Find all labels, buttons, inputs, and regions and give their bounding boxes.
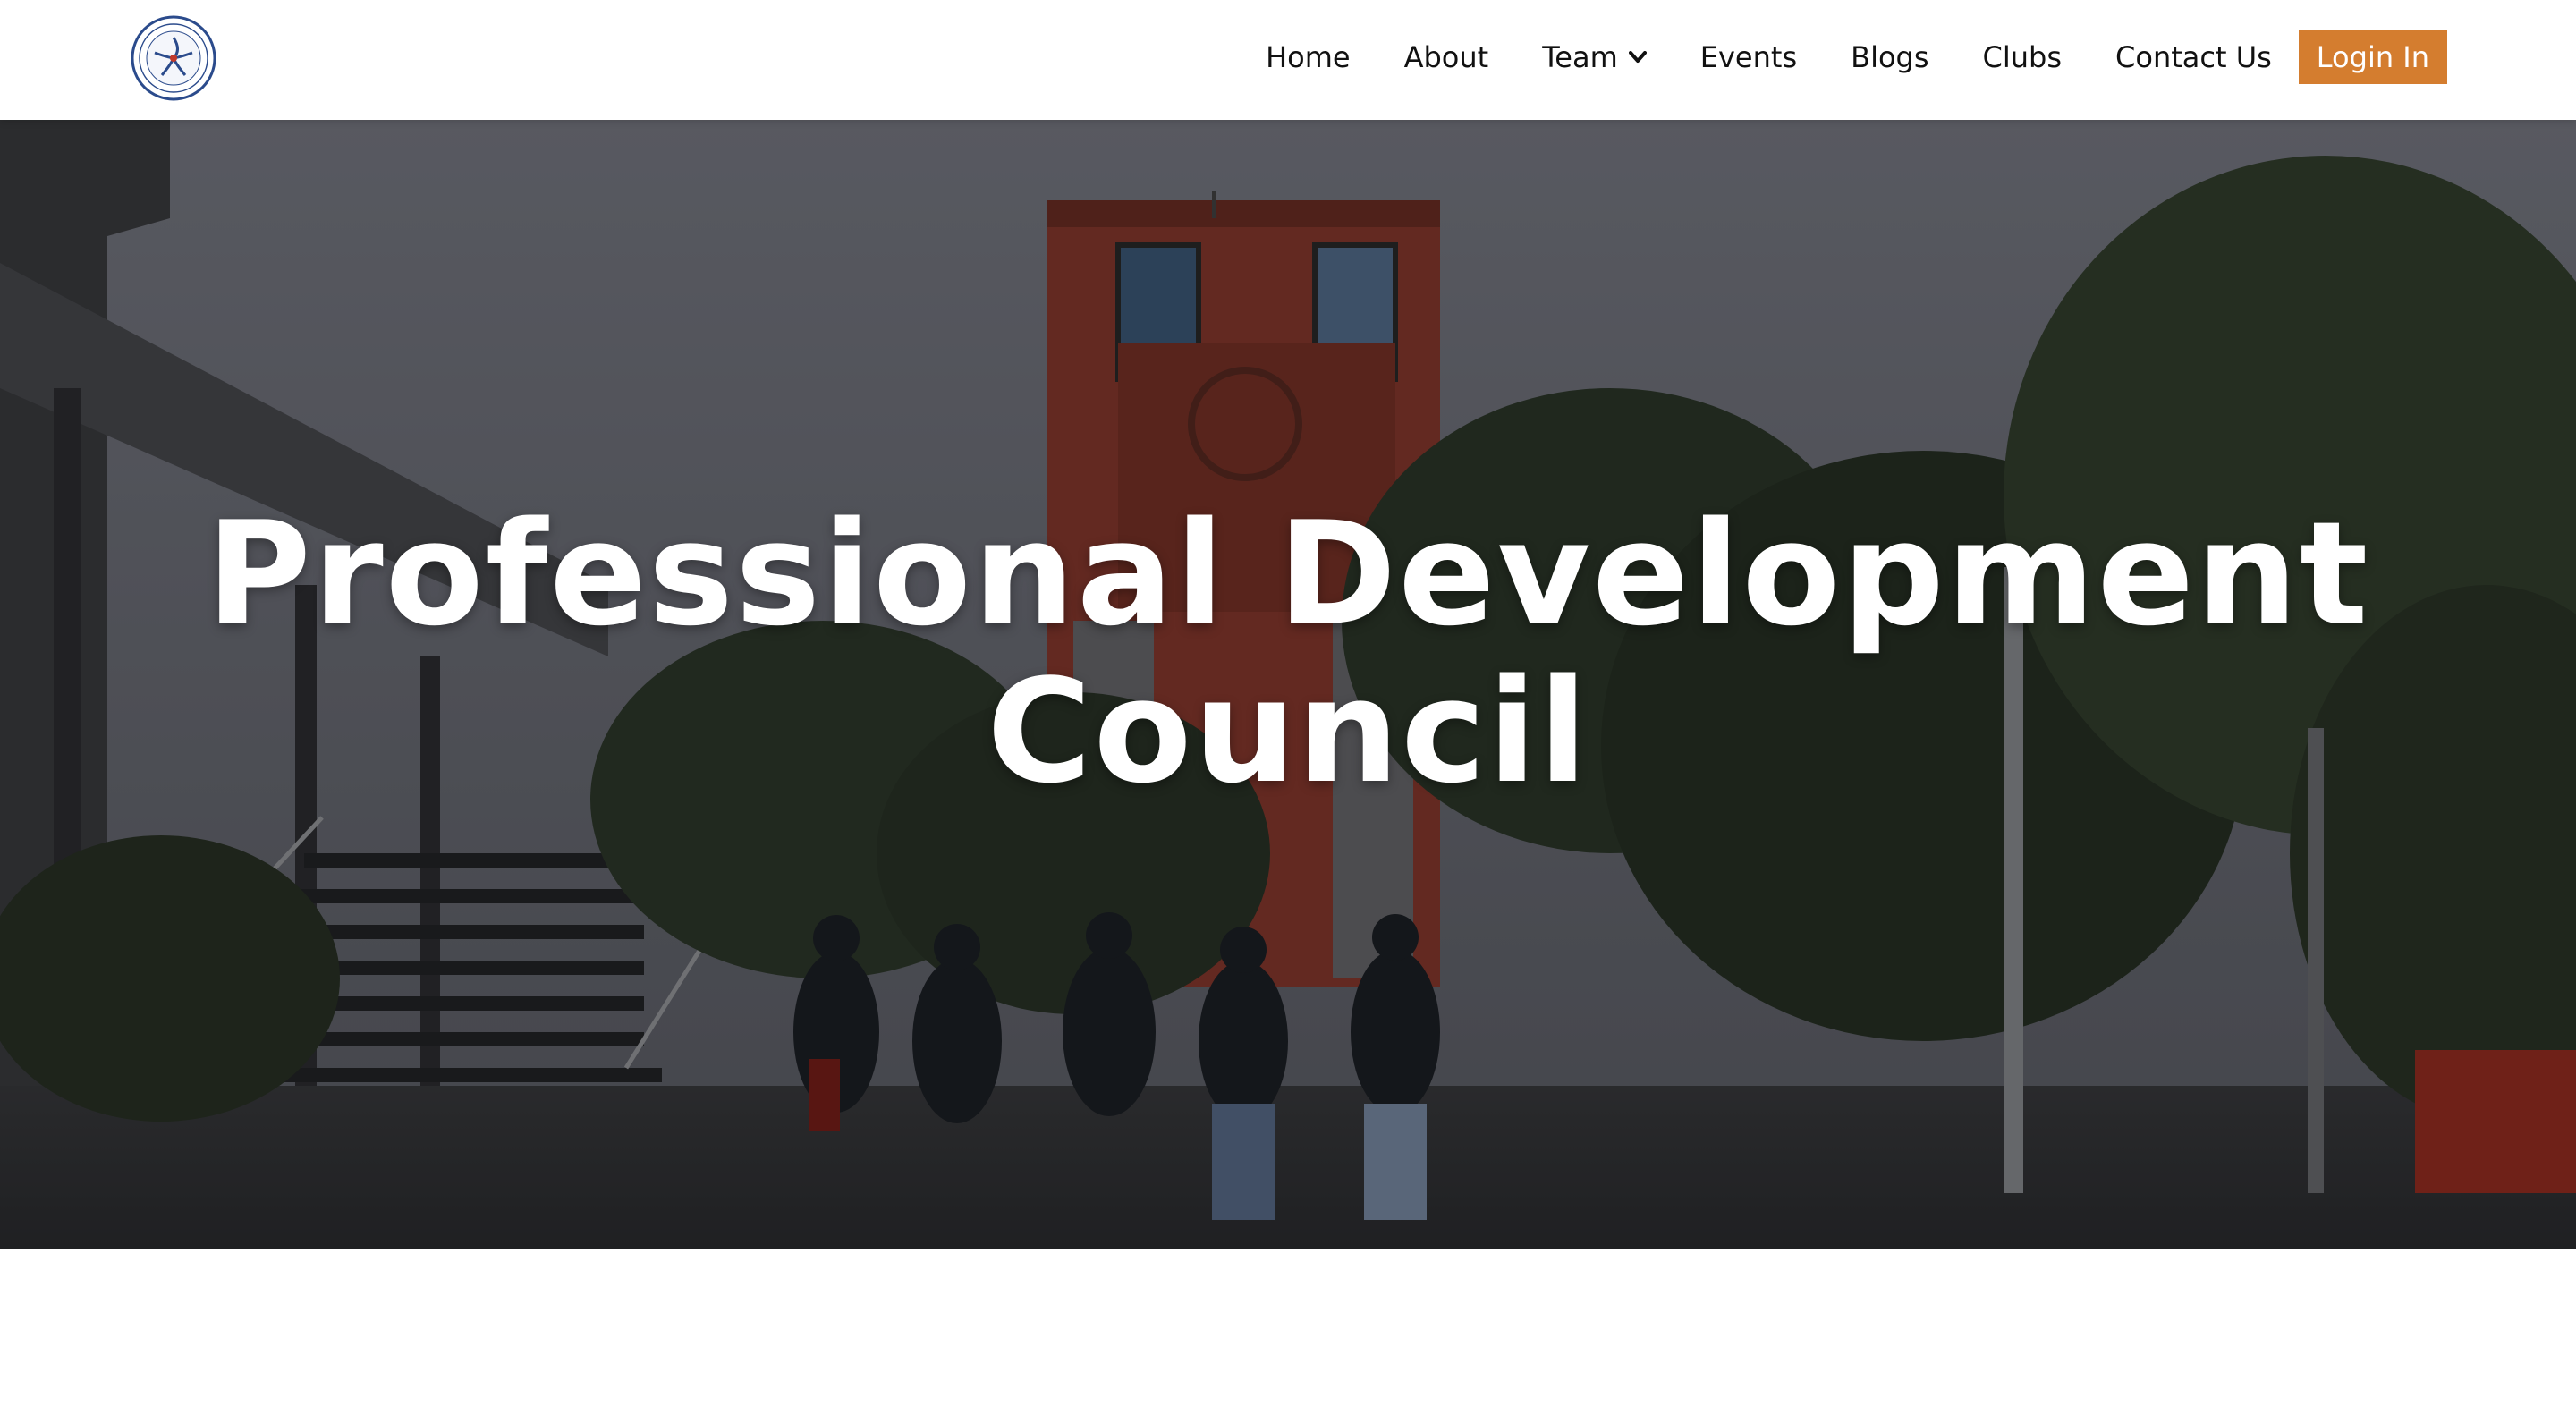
hero-title: Professional Development Council <box>0 120 2576 1249</box>
nav-contact-us[interactable]: Contact Us <box>2115 40 2272 74</box>
top-navbar: Home About Team Events Blogs Clubs Conta… <box>0 0 2576 120</box>
nav-events[interactable]: Events <box>1700 40 1797 74</box>
nav-team[interactable]: Team <box>1542 40 1647 74</box>
login-button[interactable]: Login In <box>2298 30 2447 84</box>
nav-team-label: Team <box>1542 40 1618 74</box>
hero-title-line2: Council <box>987 648 1589 815</box>
nav-blogs[interactable]: Blogs <box>1851 40 1928 74</box>
hero-title-line1: Professional Development <box>206 490 2370 657</box>
nav-about[interactable]: About <box>1404 40 1489 74</box>
hero-banner: Professional Development Council <box>0 120 2576 1249</box>
chevron-down-icon <box>1628 51 1647 63</box>
nav-home[interactable]: Home <box>1266 40 1351 74</box>
nav-clubs[interactable]: Clubs <box>1983 40 2063 74</box>
main-navigation: Home About Team Events Blogs Clubs Conta… <box>1266 30 2447 85</box>
institute-logo-icon[interactable] <box>130 14 217 102</box>
